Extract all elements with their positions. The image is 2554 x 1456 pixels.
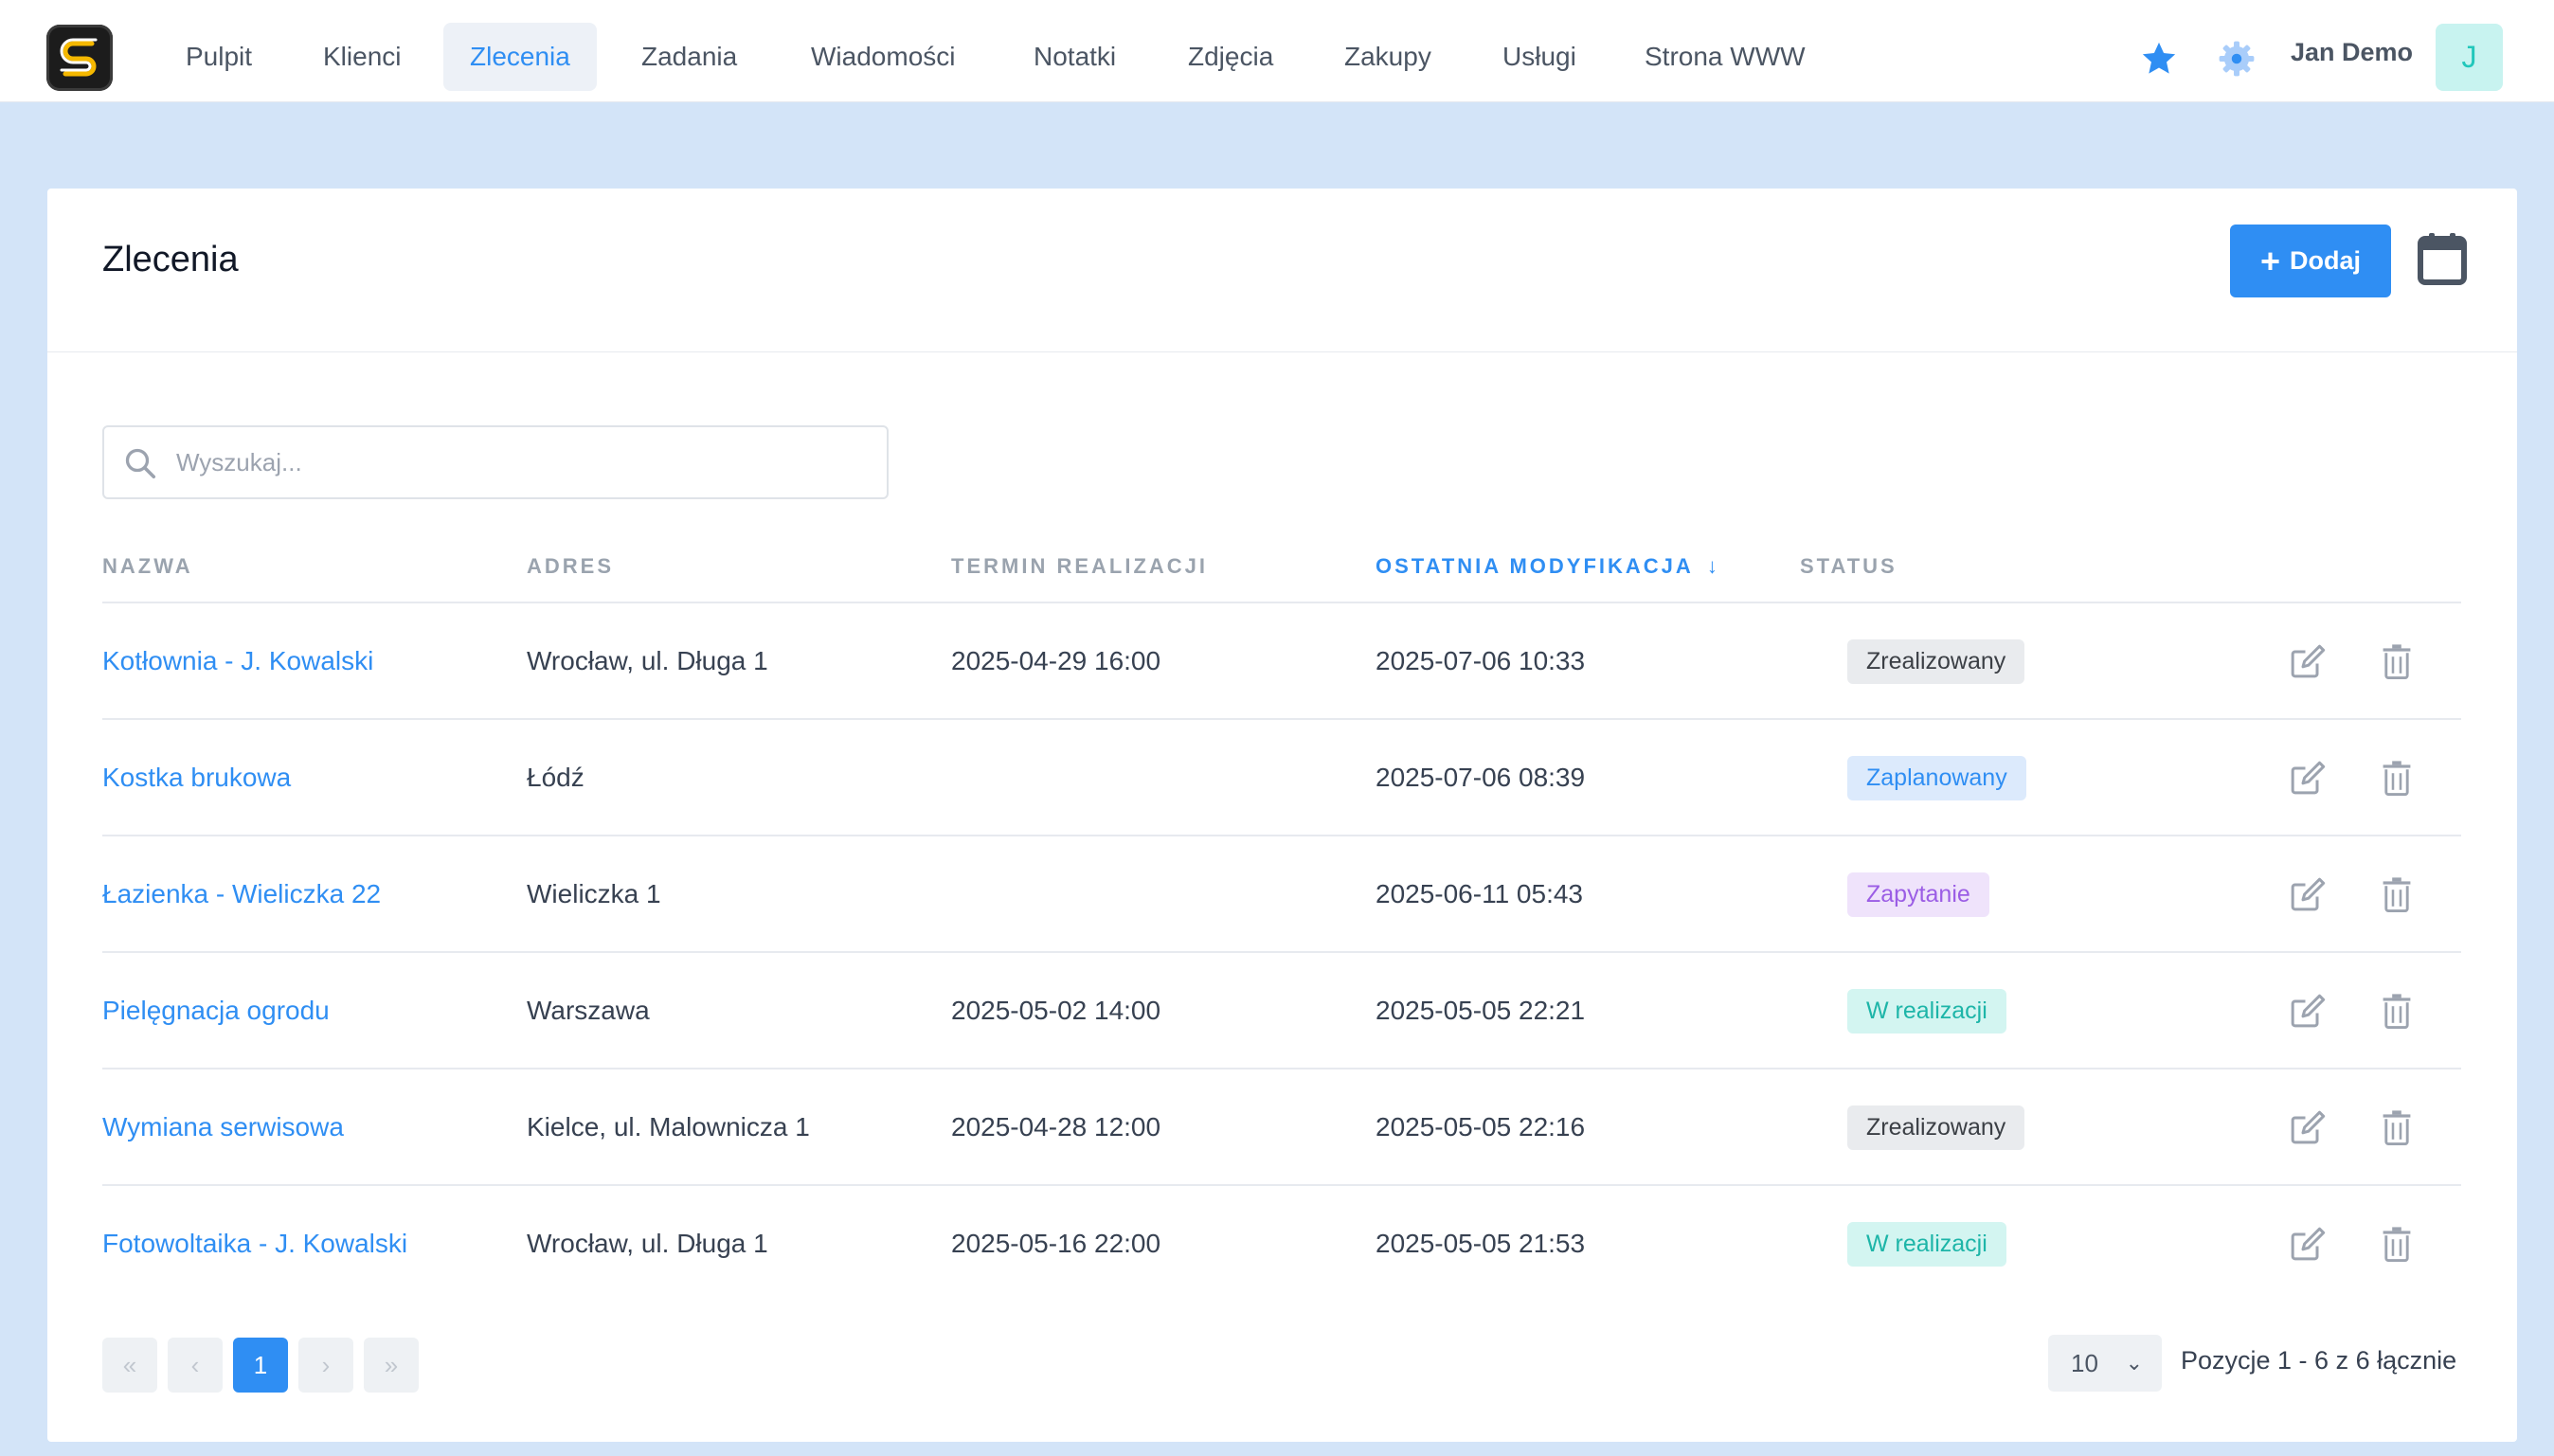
nav-item-uslugi[interactable]: Usługi xyxy=(1476,23,1603,91)
search-field xyxy=(102,425,889,499)
pagination-info: Pozycje 1 - 6 z 6 łącznie xyxy=(2181,1346,2457,1375)
order-address: Łódź xyxy=(527,763,585,792)
nav-item-wiadomosci[interactable]: Wiadomości xyxy=(784,23,981,91)
nav-item-strona-www[interactable]: Strona WWW xyxy=(1618,23,1832,91)
nav-item-notatki[interactable]: Notatki xyxy=(1007,23,1142,91)
column-header-label: OSTATNIA MODYFIKACJA xyxy=(1376,554,1694,578)
trash-icon[interactable] xyxy=(2382,992,2412,1030)
order-name-link[interactable]: Kostka brukowa xyxy=(102,720,291,835)
status-badge: Zaplanowany xyxy=(1847,756,2026,800)
edit-icon[interactable] xyxy=(2289,1108,2327,1146)
order-address: Warszawa xyxy=(527,996,650,1025)
order-address: Wrocław, ul. Długa 1 xyxy=(527,646,768,675)
page-size-select[interactable]: 10 ⌄ xyxy=(2048,1335,2162,1392)
prev-page-button[interactable]: ‹ xyxy=(168,1338,223,1393)
user-name[interactable]: Jan Demo xyxy=(2291,38,2413,67)
order-modified: 2025-05-05 21:53 xyxy=(1376,1229,1586,1258)
plus-icon: + xyxy=(2259,241,2280,280)
order-modified: 2025-05-05 22:16 xyxy=(1376,1112,1586,1141)
order-address: Kielce, ul. Malownicza 1 xyxy=(527,1112,810,1141)
nav-item-zdjecia[interactable]: Zdjęcia xyxy=(1161,23,1300,91)
status-badge: Zrealizowany xyxy=(1847,639,2025,684)
edit-icon[interactable] xyxy=(2289,875,2327,913)
order-term: 2025-05-16 22:00 xyxy=(951,1229,1161,1258)
add-button-label: Dodaj xyxy=(2290,246,2362,275)
trash-icon[interactable] xyxy=(2382,1108,2412,1146)
trash-icon[interactable] xyxy=(2382,875,2412,913)
edit-icon[interactable] xyxy=(2289,1225,2327,1263)
order-modified: 2025-07-06 08:39 xyxy=(1376,763,1586,792)
star-icon[interactable] xyxy=(2139,39,2179,79)
nav-item-zlecenia[interactable]: Zlecenia xyxy=(443,23,597,91)
page-title: Zlecenia xyxy=(102,240,239,279)
edit-icon[interactable] xyxy=(2289,992,2327,1030)
status-badge: Zapytanie xyxy=(1847,872,1989,917)
sort-desc-icon: ↓ xyxy=(1706,554,1720,578)
logo-icon xyxy=(60,38,98,77)
add-button[interactable]: + Dodaj xyxy=(2230,225,2391,297)
column-header-status[interactable]: STATUS xyxy=(1800,554,1898,579)
trash-icon[interactable] xyxy=(2382,759,2412,797)
table-row: Pielęgnacja ogrodu Warszawa 2025-05-02 1… xyxy=(102,953,2461,1070)
table-row: Łazienka - Wieliczka 22 Wieliczka 1 2025… xyxy=(102,836,2461,953)
order-term: 2025-04-28 12:00 xyxy=(951,1112,1161,1141)
app-logo[interactable] xyxy=(46,25,113,91)
order-name-link[interactable]: Wymiana serwisowa xyxy=(102,1070,344,1184)
trash-icon[interactable] xyxy=(2382,1225,2412,1263)
status-badge: W realizacji xyxy=(1847,1222,2006,1267)
first-page-button[interactable]: « xyxy=(102,1338,157,1393)
order-term: 2025-05-02 14:00 xyxy=(951,996,1161,1025)
order-name-link[interactable]: Fotowoltaika - J. Kowalski xyxy=(102,1186,407,1301)
table-row: Fotowoltaika - J. Kowalski Wrocław, ul. … xyxy=(102,1186,2461,1303)
order-address: Wieliczka 1 xyxy=(527,879,661,908)
page-size-value: 10 xyxy=(2071,1349,2098,1377)
edit-icon[interactable] xyxy=(2289,642,2327,680)
table-row: Wymiana serwisowa Kielce, ul. Malownicza… xyxy=(102,1070,2461,1186)
last-page-button[interactable]: » xyxy=(364,1338,419,1393)
order-term: 2025-04-29 16:00 xyxy=(951,646,1161,675)
trash-icon[interactable] xyxy=(2382,642,2412,680)
search-icon xyxy=(125,448,156,479)
order-name-link[interactable]: Pielęgnacja ogrodu xyxy=(102,953,330,1068)
table-row: Kotłownia - J. Kowalski Wrocław, ul. Dłu… xyxy=(102,603,2461,720)
nav-item-klienci[interactable]: Klienci xyxy=(297,23,427,91)
calendar-icon[interactable] xyxy=(2418,232,2467,285)
gear-icon[interactable] xyxy=(2217,39,2257,79)
column-header-termin[interactable]: TERMIN REALIZACJI xyxy=(951,554,1208,579)
chevron-down-icon: ⌄ xyxy=(2125,1351,2143,1375)
order-modified: 2025-05-05 22:21 xyxy=(1376,996,1586,1025)
order-name-link[interactable]: Łazienka - Wieliczka 22 xyxy=(102,836,381,951)
order-modified: 2025-06-11 05:43 xyxy=(1376,879,1583,908)
page-button-current[interactable]: 1 xyxy=(233,1338,288,1393)
column-header-ostatnia-modyfikacja[interactable]: OSTATNIA MODYFIKACJA ↓ xyxy=(1376,554,1720,579)
order-modified: 2025-07-06 10:33 xyxy=(1376,646,1586,675)
card-header: Zlecenia + Dodaj xyxy=(47,189,2517,352)
status-badge: W realizacji xyxy=(1847,989,2006,1034)
search-input[interactable] xyxy=(176,437,868,488)
top-navbar: Pulpit Klienci Zlecenia Zadania Wiadomoś… xyxy=(0,0,2554,102)
status-badge: Zrealizowany xyxy=(1847,1105,2025,1150)
nav-item-zadania[interactable]: Zadania xyxy=(615,23,764,91)
nav-item-zakupy[interactable]: Zakupy xyxy=(1318,23,1458,91)
nav-item-pulpit[interactable]: Pulpit xyxy=(159,23,279,91)
order-name-link[interactable]: Kotłownia - J. Kowalski xyxy=(102,603,373,718)
order-address: Wrocław, ul. Długa 1 xyxy=(527,1229,768,1258)
orders-card: Zlecenia + Dodaj NAZWA ADRES TERMIN REAL… xyxy=(47,189,2517,1442)
edit-icon[interactable] xyxy=(2289,759,2327,797)
table-row: Kostka brukowa Łódź 2025-07-06 08:39 Zap… xyxy=(102,720,2461,836)
avatar[interactable]: J xyxy=(2436,24,2503,91)
next-page-button[interactable]: › xyxy=(298,1338,353,1393)
column-header-nazwa[interactable]: NAZWA xyxy=(102,554,193,579)
column-header-adres[interactable]: ADRES xyxy=(527,554,614,579)
